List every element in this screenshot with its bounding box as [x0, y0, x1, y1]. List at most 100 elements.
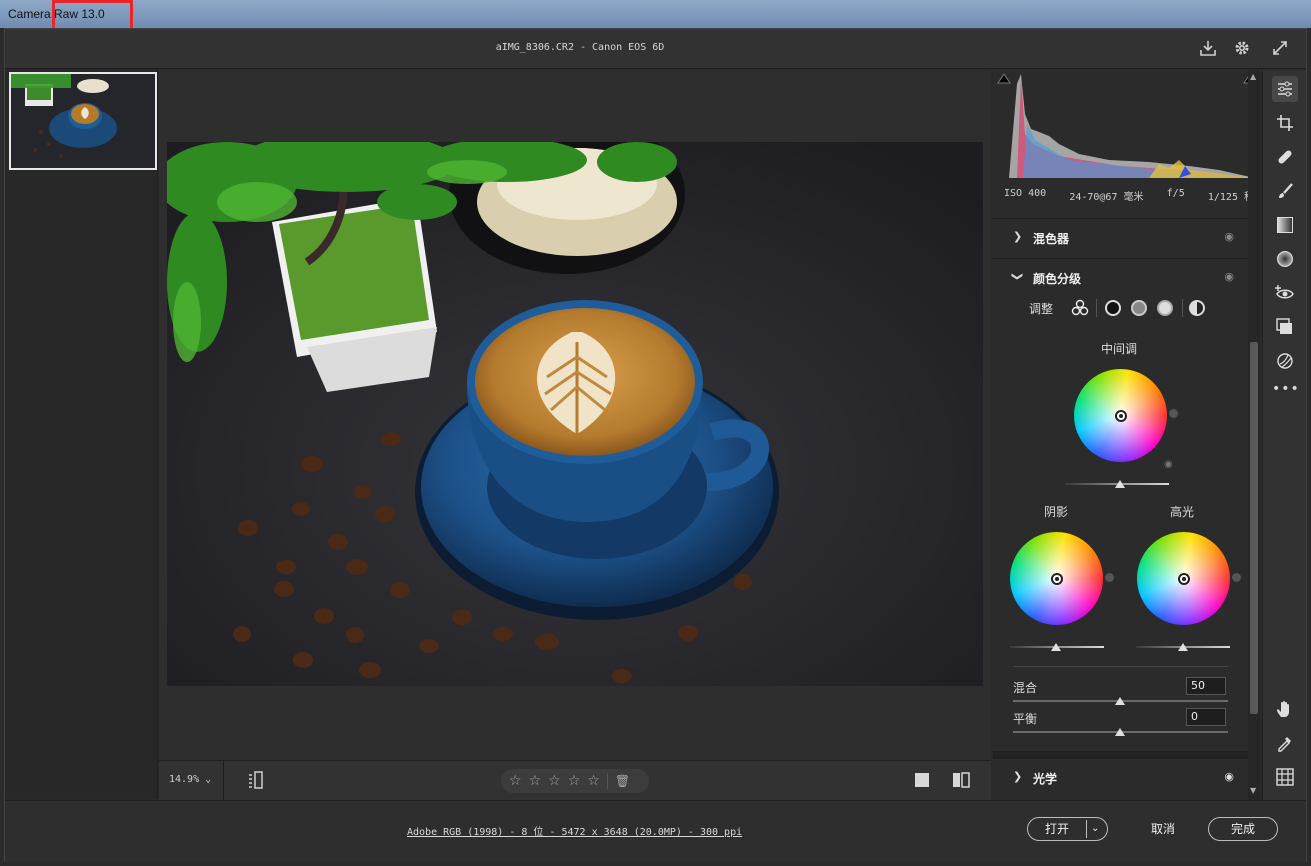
three-way-view-icon[interactable] [1071, 299, 1089, 317]
luminance-dot[interactable] [1169, 409, 1178, 418]
gear-icon[interactable] [1232, 39, 1252, 59]
tool-strip: ••• [1262, 70, 1306, 800]
fullscreen-icon[interactable] [1270, 39, 1290, 59]
compare-view-icon[interactable] [952, 771, 970, 789]
eye-icon[interactable]: ◉ [1164, 459, 1173, 470]
iso-value: ISO 400 [1004, 188, 1047, 199]
linear-gradient-icon[interactable] [1272, 212, 1298, 238]
divider [606, 773, 608, 789]
slider-thumb[interactable] [1115, 697, 1125, 705]
save-icon[interactable] [1198, 39, 1218, 59]
filmstrip-thumbnail[interactable] [9, 72, 157, 170]
global-view-icon[interactable] [1189, 300, 1205, 316]
divider [1013, 666, 1228, 667]
optics-section-header[interactable]: ❯ 光学 ◉ [993, 751, 1248, 793]
balance-label: 平衡 [1013, 712, 1038, 726]
done-button[interactable]: 完成 [1208, 817, 1278, 841]
aperture-value: f/5 [1166, 188, 1185, 199]
view-toolbar: 14.9% ⌄ ☆ ☆ ☆ ☆ ☆ 🗑 [159, 760, 991, 801]
single-view-icon[interactable] [915, 773, 929, 787]
section-title: 颜色分级 [1033, 272, 1082, 286]
highlights-label: 高光 [1170, 505, 1195, 519]
cancel-button[interactable]: 取消 [1133, 817, 1193, 841]
chevron-down-icon: ⌄ [205, 774, 212, 785]
more-icon[interactable]: ••• [1272, 376, 1299, 402]
adjust-label: 调整 [1029, 302, 1054, 316]
footer: Adobe RGB (1998) - 8 位 - 5472 x 3648 (20… [5, 800, 1306, 862]
wheel-handle[interactable] [1050, 572, 1063, 585]
section-title: 光学 [1033, 772, 1058, 786]
brush-icon[interactable] [1272, 178, 1298, 204]
star-icon[interactable]: ☆ [529, 773, 542, 789]
edit-panel: ❯ 混色器 ◉ ❯ 颜色分级 ◉ 调整 中间调 ◉ 阴影 高光 混合 50 平衡… [993, 210, 1248, 800]
scroll-down-icon[interactable]: ▼ [1250, 786, 1256, 795]
star-icon[interactable]: ☆ [509, 773, 522, 789]
blending-input[interactable]: 50 [1186, 677, 1226, 695]
scrollbar-thumb[interactable] [1250, 342, 1258, 714]
presets-icon[interactable] [1272, 348, 1298, 374]
midtones-view-icon[interactable] [1131, 300, 1147, 316]
mixer-section-header[interactable]: ❯ 混色器 ◉ [993, 218, 1248, 256]
blending-label: 混合 [1013, 681, 1038, 695]
healing-icon[interactable] [1272, 144, 1298, 170]
divider [223, 761, 224, 801]
snapshots-icon[interactable] [1272, 314, 1298, 340]
divider [1086, 820, 1087, 838]
grid-icon[interactable] [1272, 764, 1298, 790]
exif-info: ISO 400 24-70@67 毫米 f/5 1/125 秒 [1004, 188, 1254, 203]
balance-input[interactable]: 0 [1186, 708, 1226, 726]
wheel-handle[interactable] [1177, 572, 1190, 585]
shadows-color-wheel[interactable] [1010, 532, 1103, 625]
midtones-label: 中间调 [1101, 342, 1138, 356]
slider-thumb[interactable] [1051, 643, 1061, 651]
open-button-label: 打开 [1044, 822, 1069, 836]
workflow-options-link[interactable]: Adobe RGB (1998) - 8 位 - 5472 x 3648 (20… [407, 823, 742, 838]
shadows-label: 阴影 [1044, 505, 1069, 519]
highlights-view-icon[interactable] [1157, 300, 1173, 316]
image-canvas[interactable] [159, 70, 991, 760]
filmstrip-toggle-icon[interactable] [247, 771, 265, 791]
divider [1096, 299, 1097, 317]
edit-sliders-icon[interactable] [1272, 76, 1298, 102]
red-eye-icon[interactable] [1272, 280, 1298, 306]
chevron-down-icon: ❯ [1011, 271, 1025, 282]
eye-icon[interactable]: ◉ [1224, 270, 1234, 283]
chevron-down-icon[interactable]: ⌄ [1091, 818, 1099, 840]
slider-thumb[interactable] [1178, 643, 1188, 651]
star-icon[interactable]: ☆ [587, 773, 600, 789]
top-header: aIMG_8306.CR2 - Canon EOS 6D [5, 29, 1306, 69]
radial-gradient-icon[interactable] [1272, 246, 1298, 272]
midtones-color-wheel[interactable] [1074, 369, 1167, 462]
focal-length-value: 24-70@67 毫米 [1069, 192, 1144, 203]
crop-icon[interactable] [1272, 110, 1298, 136]
chevron-right-icon: ❯ [1013, 230, 1023, 243]
panel-scrollbar[interactable]: ▲ ▼ [1248, 70, 1260, 800]
eye-icon[interactable]: ◉ [1224, 230, 1234, 243]
hand-icon[interactable] [1272, 696, 1298, 722]
star-rating[interactable]: ☆ ☆ ☆ ☆ ☆ 🗑 [501, 769, 649, 793]
section-title: 混色器 [1033, 232, 1070, 246]
highlights-color-wheel[interactable] [1137, 532, 1230, 625]
luminance-dot[interactable] [1232, 573, 1241, 582]
eyedropper-icon[interactable] [1272, 730, 1298, 756]
eye-icon[interactable]: ◉ [1224, 770, 1234, 783]
histogram-graph [999, 74, 1255, 178]
luminance-dot[interactable] [1105, 573, 1114, 582]
open-button[interactable]: 打开 ⌄ [1027, 817, 1108, 841]
file-title: aIMG_8306.CR2 - Canon EOS 6D [495, 42, 665, 53]
window-titlebar: Camera Raw 13.0 [0, 0, 1311, 33]
divider [1182, 299, 1183, 317]
color-grading-section-header[interactable]: ❯ 颜色分级 ◉ [993, 258, 1248, 296]
slider-thumb[interactable] [1115, 480, 1125, 488]
wheel-handle[interactable] [1114, 409, 1127, 422]
slider-thumb[interactable] [1115, 728, 1125, 736]
chevron-right-icon: ❯ [1013, 770, 1023, 783]
star-icon[interactable]: ☆ [548, 773, 561, 789]
zoom-level[interactable]: 14.9% ⌄ [169, 774, 211, 785]
star-icon[interactable]: ☆ [568, 773, 581, 789]
zoom-value: 14.9% [169, 774, 200, 785]
shadows-view-icon[interactable] [1105, 300, 1121, 316]
photo-preview[interactable] [167, 142, 983, 686]
scroll-up-icon[interactable]: ▲ [1250, 72, 1256, 81]
trash-icon[interactable]: 🗑 [615, 774, 630, 788]
